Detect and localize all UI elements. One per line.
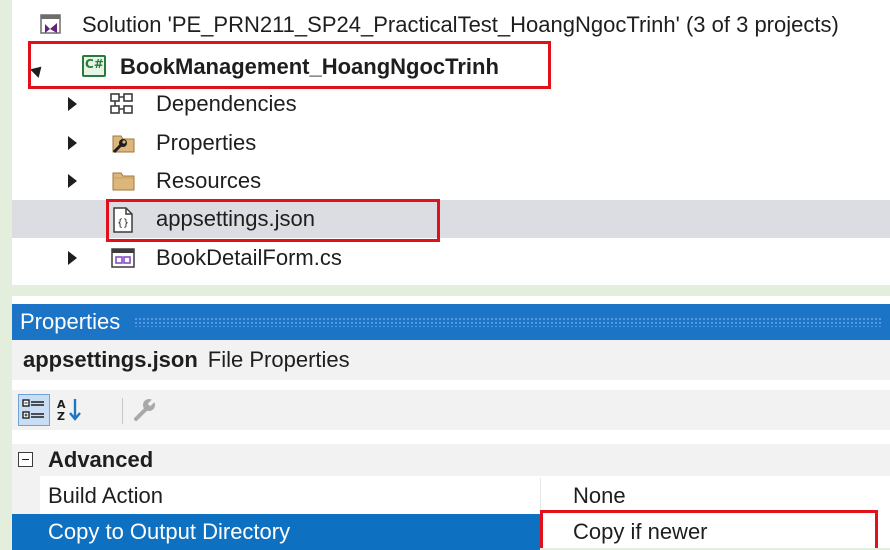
- categorized-button[interactable]: [18, 394, 50, 426]
- object-kind: File Properties: [207, 347, 350, 372]
- property-name: Build Action: [48, 483, 163, 508]
- solution-explorer: Solution 'PE_PRN211_SP24_PracticalTest_H…: [12, 0, 890, 285]
- collapsed-arrow-icon[interactable]: [68, 251, 77, 265]
- tree-item-label: BookDetailForm.cs: [156, 245, 342, 270]
- collapsed-arrow-icon[interactable]: [68, 174, 77, 188]
- categorized-icon: [22, 399, 44, 419]
- collapsed-arrow-icon[interactable]: [68, 136, 77, 150]
- solution-label: Solution 'PE_PRN211_SP24_PracticalTest_H…: [82, 12, 839, 37]
- properties-title: Properties: [20, 309, 121, 334]
- tree-item-appsettings[interactable]: {} appsettings.json: [12, 200, 890, 238]
- folder-icon: [112, 172, 135, 191]
- category-advanced[interactable]: Advanced: [12, 444, 890, 476]
- property-name: Copy to Output Directory: [12, 514, 540, 550]
- object-name: appsettings.json: [23, 347, 198, 372]
- property-row-copy-to-output[interactable]: Copy to Output Directory Copy if newer: [12, 514, 890, 550]
- category-label: Advanced: [48, 447, 154, 472]
- solution-node[interactable]: Solution 'PE_PRN211_SP24_PracticalTest_H…: [12, 6, 890, 44]
- tree-item-label: appsettings.json: [156, 206, 315, 231]
- svg-text:{}: {}: [117, 218, 129, 229]
- alphabetical-button[interactable]: A Z: [54, 394, 86, 426]
- json-file-icon: {}: [113, 207, 133, 233]
- tree-item-label: Resources: [156, 168, 262, 193]
- tree-item-resources[interactable]: Resources: [12, 162, 890, 200]
- collapse-icon[interactable]: [18, 452, 33, 467]
- form-file-icon: [111, 248, 135, 268]
- project-label: BookManagement_HoangNgocTrinh: [120, 54, 499, 79]
- properties-folder-icon: [112, 135, 135, 154]
- tree-item-dependencies[interactable]: Dependencies: [12, 85, 890, 123]
- tree-item-label: Dependencies: [156, 91, 297, 116]
- dependencies-icon: [110, 93, 133, 114]
- toolbar-separator: [122, 398, 123, 424]
- solution-icon: [40, 14, 61, 34]
- property-value[interactable]: Copy if newer: [540, 514, 890, 550]
- properties-toolbar: A Z: [12, 390, 890, 430]
- tree-item-properties[interactable]: Properties: [12, 124, 890, 162]
- property-pages-button[interactable]: [130, 394, 162, 426]
- tree-item-bookdetailform[interactable]: BookDetailForm.cs: [12, 239, 890, 277]
- title-grip: [134, 317, 882, 327]
- alphabetical-icon: A Z: [57, 398, 81, 423]
- property-row-build-action[interactable]: Build Action None: [12, 478, 890, 514]
- project-node[interactable]: C# BookManagement_HoangNgocTrinh: [12, 48, 890, 86]
- expanded-arrow-icon[interactable]: [30, 58, 50, 78]
- properties-panel: Properties appsettings.json File Propert…: [12, 296, 890, 550]
- wrench-icon: [134, 397, 157, 421]
- csharp-project-icon: C#: [82, 55, 106, 77]
- properties-title-bar[interactable]: Properties: [12, 304, 890, 340]
- collapsed-arrow-icon[interactable]: [68, 97, 77, 111]
- svg-text:Z: Z: [57, 410, 65, 423]
- object-selector[interactable]: appsettings.json File Properties: [12, 340, 890, 380]
- property-value[interactable]: None: [540, 478, 890, 514]
- tree-item-label: Properties: [156, 130, 257, 155]
